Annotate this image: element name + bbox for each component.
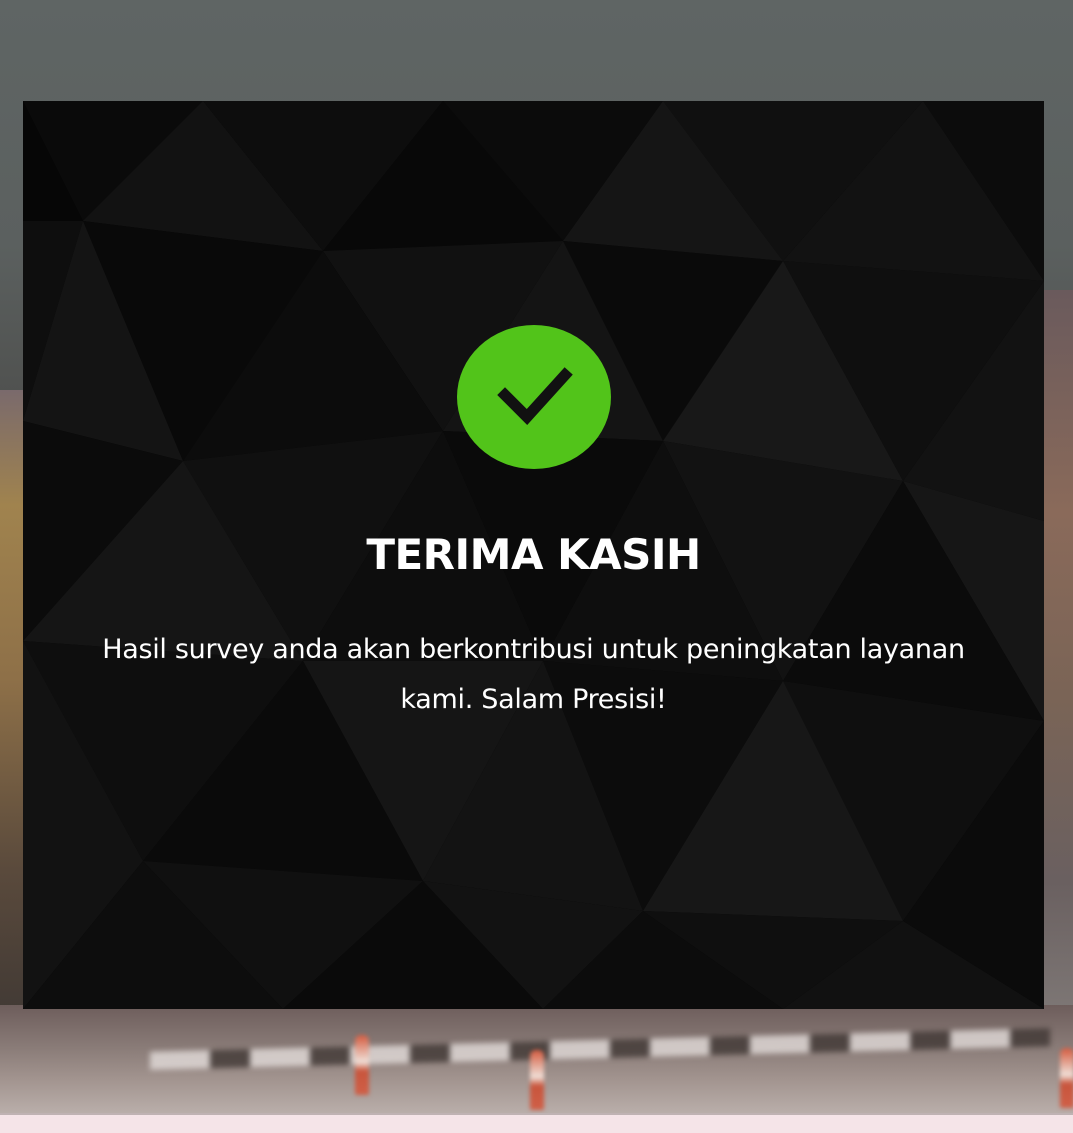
dialog-title: TERIMA KASIH [366, 530, 701, 579]
traffic-cone [530, 1050, 544, 1110]
thank-you-dialog: TERIMA KASIH Hasil survey anda akan berk… [23, 101, 1044, 1009]
check-circle-icon [457, 325, 611, 469]
page: TERIMA KASIH Hasil survey anda akan berk… [0, 0, 1073, 1133]
bottom-bar [0, 1113, 1073, 1133]
traffic-cone [1060, 1048, 1073, 1108]
checkmark-icon [497, 367, 573, 425]
traffic-cone [355, 1035, 369, 1095]
dialog-message: Hasil survey anda akan berkontribusi unt… [102, 634, 965, 715]
